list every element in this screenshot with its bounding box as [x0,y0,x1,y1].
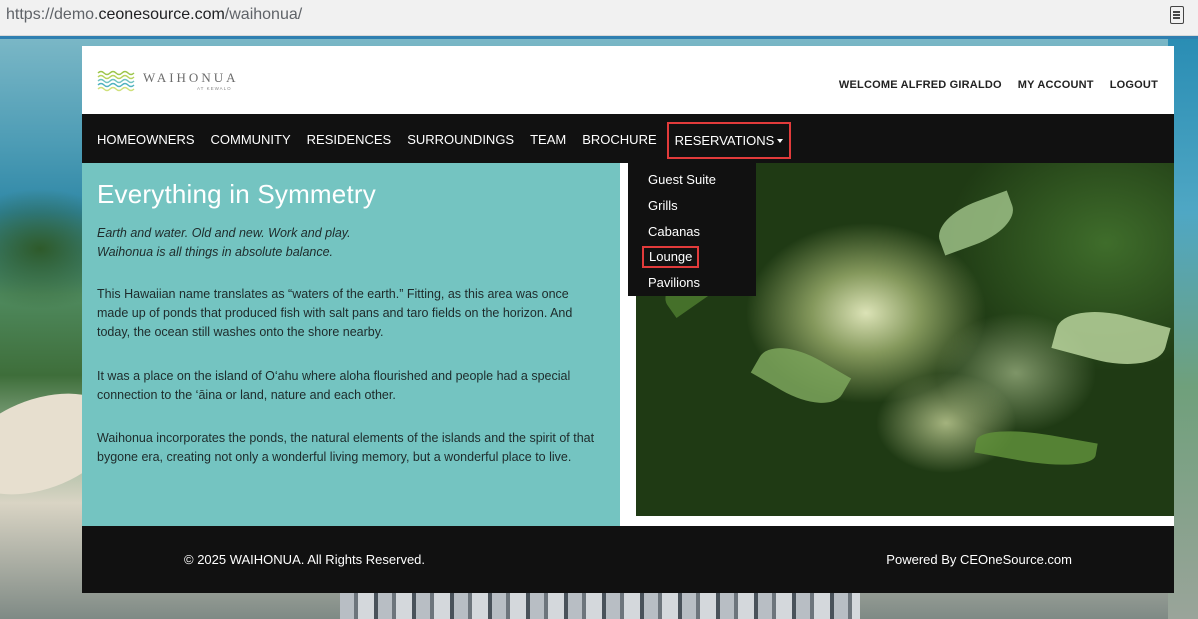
paragraph-ponds: Waihonua incorporates the ponds, the nat… [97,431,595,464]
waihonua-logo[interactable]: WAIHONUA AT KEWALO [97,68,247,94]
account-nav: WELCOME ALFRED GIRALDO MY ACCOUNT LOGOUT [839,79,1174,91]
logo-subtitle: AT KEWALO [197,86,232,91]
url-path: /waihonua/ [224,6,303,23]
leaf-shape [1051,299,1171,377]
paragraph-name-meaning: This Hawaiian name translates as “waters… [97,287,573,339]
nav-link-homeowners[interactable]: HOMEOWNERS [97,132,195,147]
nav-link-reservations[interactable]: RESERVATIONS [675,133,775,148]
tagline-line-2: Waihonua is all things in absolute balan… [97,245,334,259]
leaf-shape [750,333,852,418]
dropdown-item-cabanas[interactable]: Cabanas [648,224,700,239]
logo-wordmark: WAIHONUA [143,70,239,85]
tagline-line-1: Earth and water. Old and new. Work and p… [97,226,351,240]
dropdown-item-grills[interactable]: Grills [648,198,678,213]
tagline: Earth and water. Old and new. Work and p… [97,224,597,262]
main-navbar: HOMEOWNERS COMMUNITY RESIDENCES SURROUND… [82,114,1174,163]
dropdown-item-lounge[interactable]: Lounge [642,246,700,268]
browser-address-bar[interactable]: https://demo.ceonesource.com/waihonua/ [0,0,1198,36]
city-towers [340,592,860,619]
site-container: WAIHONUA AT KEWALO WELCOME ALFRED GIRALD… [82,46,1174,593]
site-footer: © 2025 WAIHONUA. All Rights Reserved. Po… [82,526,1174,593]
waves-logo-icon [97,70,135,92]
welcome-user-link[interactable]: WELCOME ALFRED GIRALDO [839,79,1002,91]
nav-link-brochure[interactable]: BROCHURE [582,132,656,147]
paragraph-aloha: It was a place on the island of O‘ahu wh… [97,369,571,402]
dropdown-item-pavilions[interactable]: Pavilions [648,275,700,290]
copyright-text: © 2025 WAIHONUA. All Rights Reserved. [184,552,426,567]
url-host: ceonesource.com [98,6,225,23]
url-text[interactable]: https://demo.ceonesource.com/waihonua/ [6,6,302,24]
intro-panel: Everything in Symmetry Earth and water. … [82,163,620,526]
reader-mode-icon[interactable] [1170,6,1184,24]
logout-link[interactable]: LOGOUT [1110,79,1158,91]
nav-link-residences[interactable]: RESIDENCES [307,132,392,147]
powered-by-link[interactable]: Powered By CEOneSource.com [886,552,1072,567]
leaf-shape [931,190,1021,256]
nav-link-community[interactable]: COMMUNITY [211,132,291,147]
my-account-link[interactable]: MY ACCOUNT [1018,79,1094,91]
page-title: Everything in Symmetry [97,179,376,209]
nav-item-reservations[interactable]: RESERVATIONS [666,122,792,159]
site-header: WAIHONUA AT KEWALO WELCOME ALFRED GIRALD… [82,46,1174,114]
nav-link-surroundings[interactable]: SURROUNDINGS [407,132,514,147]
leaf-shape [974,422,1098,474]
caret-down-icon [777,139,784,143]
dropdown-item-guest-suite[interactable]: Guest Suite [648,172,716,187]
nav-link-team[interactable]: TEAM [530,132,566,147]
reservations-dropdown-menu: Guest Suite Grills Cabanas Lounge Pavili… [628,163,756,296]
url-prefix: https://demo. [6,6,99,23]
